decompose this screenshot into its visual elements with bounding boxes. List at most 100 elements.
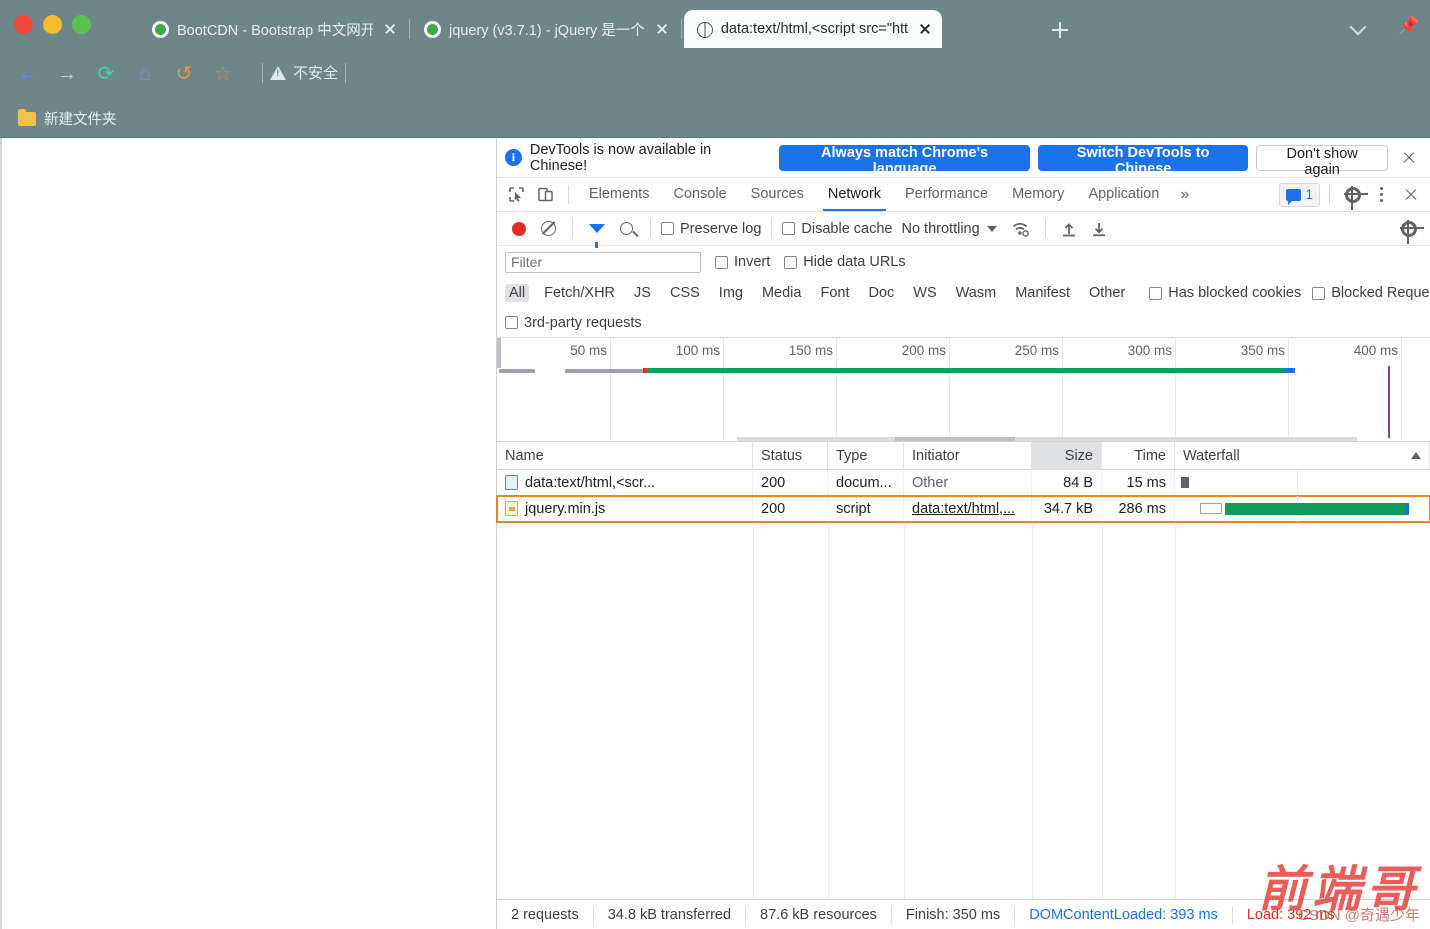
hide-data-urls-label: Hide data URLs: [803, 254, 906, 270]
request-name: jquery.min.js: [525, 500, 606, 517]
throttling-select[interactable]: No throttling: [901, 221, 997, 237]
tab-console[interactable]: Console: [662, 178, 737, 211]
security-indicator[interactable]: 不安全: [262, 62, 347, 83]
type-filter-js[interactable]: JS: [630, 284, 655, 302]
type-filter-fetch-xhr[interactable]: Fetch/XHR: [540, 284, 619, 302]
import-har-icon[interactable]: [1056, 215, 1083, 242]
network-conditions-wifi-icon[interactable]: [1008, 215, 1035, 242]
column-header-initiator[interactable]: Initiator: [904, 441, 1032, 470]
close-devtools-icon[interactable]: [1397, 181, 1424, 208]
export-har-icon[interactable]: [1086, 215, 1113, 242]
search-toggle-icon[interactable]: [613, 215, 640, 242]
status-finish: Finish: 350 ms: [892, 905, 1016, 924]
type-filter-other[interactable]: Other: [1085, 284, 1129, 302]
back-button[interactable]: ←: [10, 56, 46, 92]
type-filter-manifest[interactable]: Manifest: [1011, 284, 1074, 302]
disable-cache-checkbox[interactable]: Disable cache: [782, 221, 892, 237]
tab-sources[interactable]: Sources: [740, 178, 815, 211]
new-tab-button[interactable]: [1048, 18, 1072, 42]
devtools-more-options-icon[interactable]: [1368, 181, 1395, 208]
undo-button[interactable]: ↺: [166, 56, 202, 92]
cell-initiator: Other: [904, 469, 1032, 496]
preserve-log-checkbox[interactable]: Preserve log: [661, 221, 761, 237]
overview-left-grip[interactable]: [497, 338, 501, 368]
overview-selection-hint[interactable]: [895, 437, 1015, 441]
always-match-chrome-language-button[interactable]: Always match Chrome's language: [778, 144, 1031, 177]
blocked-requests-checkbox[interactable]: Blocked Requests: [1312, 285, 1430, 301]
column-header-time[interactable]: Time: [1102, 441, 1175, 470]
divider: [1329, 185, 1330, 204]
disable-cache-label: Disable cache: [801, 220, 893, 237]
overview-scroll-hint: [737, 437, 1357, 441]
reload-button[interactable]: ⟳: [88, 56, 124, 92]
tab-network[interactable]: Network: [817, 178, 892, 211]
waterfall-pending-bar: [1200, 502, 1222, 514]
table-row[interactable]: jquery.min.js 200 script data:text/html,…: [496, 495, 1430, 523]
checkbox-box: [1312, 286, 1326, 300]
column-header-status[interactable]: Status: [753, 441, 828, 470]
cell-name[interactable]: data:text/html,<scr...: [497, 469, 753, 496]
type-filter-media[interactable]: Media: [758, 284, 806, 302]
checkbox-box: [1149, 286, 1163, 300]
cell-initiator[interactable]: data:text/html,...: [904, 495, 1032, 522]
switch-devtools-to-chinese-button[interactable]: Switch DevTools to Chinese: [1038, 144, 1249, 177]
initiator-link[interactable]: data:text/html,...: [912, 496, 1015, 522]
inspect-element-icon[interactable]: [503, 181, 530, 208]
close-notification-icon[interactable]: [1396, 145, 1422, 171]
tab-performance[interactable]: Performance: [894, 178, 999, 211]
browser-tab-datatexthtml[interactable]: data:text/html,<script src="htt: [683, 10, 943, 48]
invert-checkbox[interactable]: Invert: [715, 254, 770, 270]
window-maximize-button[interactable]: [72, 15, 91, 34]
column-header-name[interactable]: Name: [497, 441, 753, 470]
type-filter-wasm[interactable]: Wasm: [952, 284, 1001, 302]
third-party-requests-checkbox[interactable]: 3rd-party requests: [505, 315, 642, 331]
star-icon: ☆: [214, 63, 232, 85]
type-filter-doc[interactable]: Doc: [864, 284, 898, 302]
dont-show-again-button[interactable]: Don't show again: [1256, 144, 1389, 178]
clear-network-log-button[interactable]: [535, 215, 562, 242]
more-tabs-icon[interactable]: »: [1172, 186, 1197, 204]
type-filter-img[interactable]: Img: [715, 284, 747, 302]
browser-tab-bootcdn[interactable]: BootCDN - Bootstrap 中文网开: [140, 10, 407, 48]
filter-input[interactable]: [505, 251, 701, 273]
console-messages-badge[interactable]: 1: [1279, 182, 1320, 207]
forward-button[interactable]: →: [49, 56, 85, 92]
pin-icon[interactable]: 📌: [1398, 16, 1419, 36]
tab-close-icon[interactable]: [381, 20, 399, 38]
network-settings-gear-icon[interactable]: [1395, 215, 1424, 244]
cell-name[interactable]: jquery.min.js: [497, 495, 753, 522]
type-filter-font[interactable]: Font: [816, 284, 853, 302]
tab-elements[interactable]: Elements: [578, 178, 660, 211]
type-filter-ws[interactable]: WS: [909, 284, 940, 302]
tab-application[interactable]: Application: [1077, 178, 1170, 211]
table-header-row: Name Status Type Initiator Size Time Wat…: [497, 441, 1430, 470]
overview-load-marker: [1388, 366, 1390, 438]
home-button[interactable]: ⌂: [127, 56, 163, 92]
tab-memory[interactable]: Memory: [1001, 178, 1075, 211]
column-header-type[interactable]: Type: [828, 441, 904, 470]
hide-data-urls-checkbox[interactable]: Hide data URLs: [784, 254, 906, 270]
bookmark-star-button[interactable]: ☆: [205, 56, 241, 92]
table-row[interactable]: data:text/html,<scr... 200 docum... Othe…: [497, 469, 1430, 496]
tab-close-icon[interactable]: [916, 20, 934, 38]
overview-tick-label: 50 ms: [570, 343, 607, 358]
device-toolbar-icon[interactable]: [532, 181, 559, 208]
speech-bubble-icon: [1286, 188, 1302, 205]
window-close-button[interactable]: [14, 15, 33, 34]
cell-type: docum...: [828, 469, 904, 496]
bookmark-item-new-folder[interactable]: 新建文件夹: [18, 108, 117, 129]
cell-type: script: [828, 495, 904, 522]
column-header-waterfall[interactable]: Waterfall: [1175, 441, 1430, 470]
filter-toggle-icon[interactable]: [583, 215, 610, 248]
type-filter-all[interactable]: All: [505, 284, 530, 302]
window-minimize-button[interactable]: [43, 15, 62, 34]
browser-tab-jquery[interactable]: jquery (v3.7.1) - jQuery 是一个: [412, 10, 679, 48]
has-blocked-cookies-checkbox[interactable]: Has blocked cookies: [1149, 285, 1301, 301]
devtools-settings-gear-icon[interactable]: [1339, 181, 1368, 210]
chevron-down-icon[interactable]: [1348, 16, 1370, 38]
column-header-size[interactable]: Size: [1032, 441, 1102, 470]
type-filter-css[interactable]: CSS: [666, 284, 704, 302]
tab-close-icon[interactable]: [653, 20, 671, 38]
record-network-log-button[interactable]: [505, 215, 532, 242]
network-overview-timeline[interactable]: 50 ms 100 ms 150 ms 200 ms 250 ms 300 ms…: [497, 338, 1430, 442]
